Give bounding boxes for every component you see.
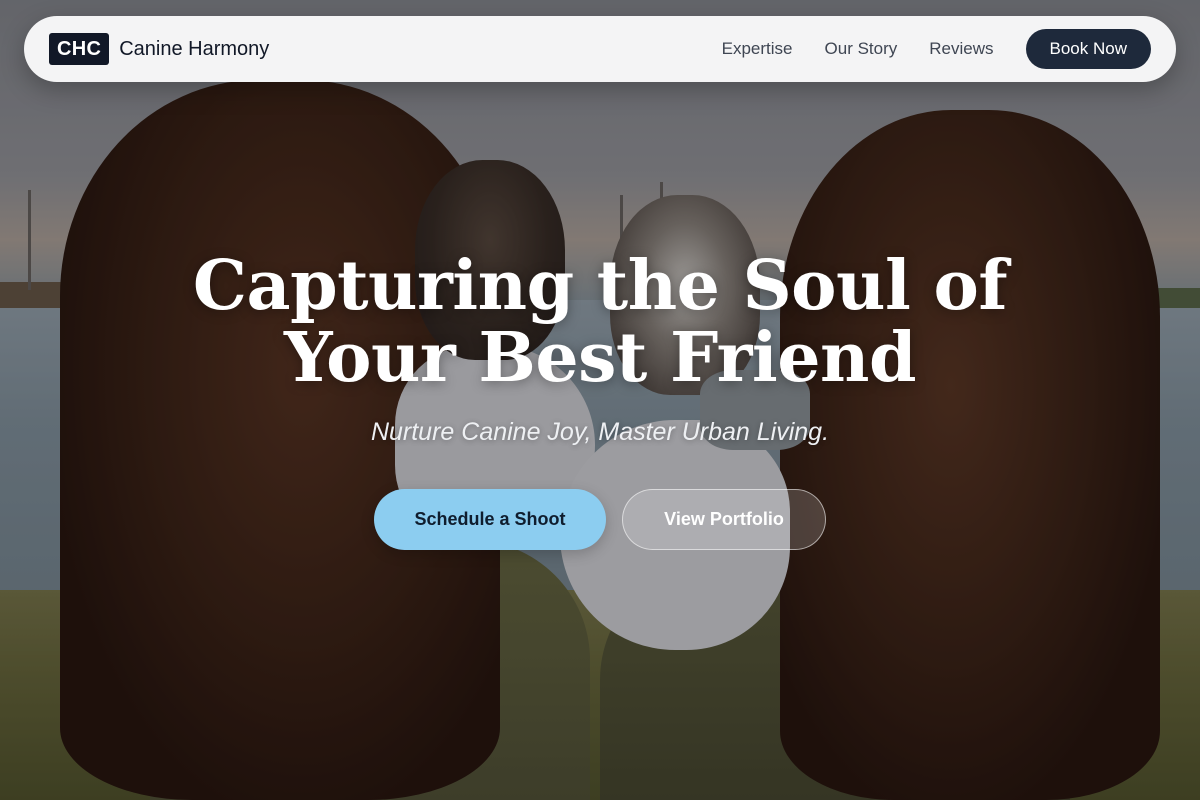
brand-name[interactable]: Canine Harmony	[119, 38, 269, 61]
nav-link-reviews[interactable]: Reviews	[929, 39, 993, 59]
hero-tagline: Nurture Canine Joy, Master Urban Living.	[370, 418, 830, 446]
hero-dark-overlay	[0, 0, 1200, 800]
nav-links: Expertise Our Story Reviews	[722, 39, 994, 59]
top-navbar: CHC Canine Harmony Expertise Our Story R…	[24, 16, 1176, 82]
book-now-button[interactable]: Book Now	[1025, 29, 1151, 69]
hero-headline-line1: Capturing the Soul of	[192, 246, 1008, 326]
hero-headline-line2: Your Best Friend	[283, 318, 917, 398]
schedule-shoot-button[interactable]: Schedule a Shoot	[374, 489, 606, 550]
nav-link-our-story[interactable]: Our Story	[825, 39, 898, 59]
hero-headline: Capturing the Soul of Your Best Friend	[150, 250, 1050, 394]
nav-link-expertise[interactable]: Expertise	[722, 39, 793, 59]
view-portfolio-button[interactable]: View Portfolio	[622, 489, 826, 550]
hero-background-image	[0, 0, 1200, 800]
logo-mark[interactable]: CHC	[49, 33, 110, 65]
